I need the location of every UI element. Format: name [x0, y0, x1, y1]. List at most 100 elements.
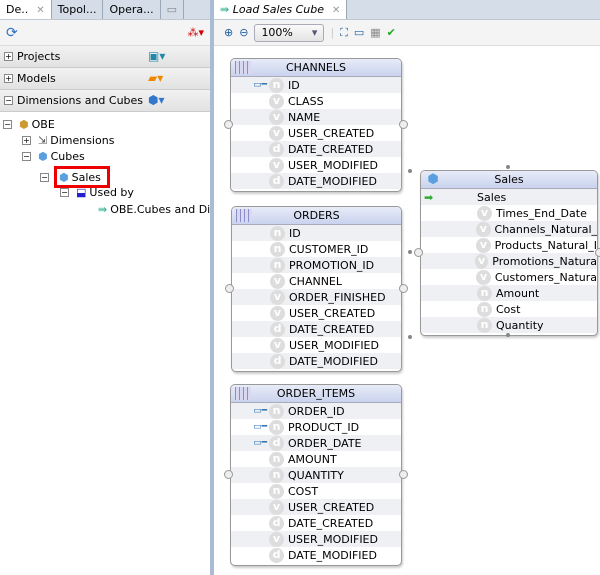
- column-row[interactable]: d DATE_MODIFIED: [232, 353, 401, 369]
- column-row[interactable]: v Times_End_Date: [421, 205, 597, 221]
- connector-dot[interactable]: [506, 165, 510, 169]
- connector-dot[interactable]: [408, 169, 412, 173]
- datastore-title: CHANNELS: [286, 61, 346, 74]
- collapse-icon[interactable]: −: [40, 172, 49, 182]
- column-row[interactable]: n CUSTOMER_ID: [232, 241, 401, 257]
- new-dimension-icon[interactable]: ⬢▾: [148, 93, 165, 107]
- datastore-header[interactable]: ⬢ Sales: [421, 171, 597, 189]
- accordion-dimensions-and-cubes[interactable]: − Dimensions and Cubes ⬢▾: [0, 90, 210, 112]
- zoom-select[interactable]: 100% ▾: [254, 23, 325, 42]
- tree-node-used-by[interactable]: − ⬓ Used by: [60, 186, 134, 199]
- column-row[interactable]: v Channels_Natural_: [421, 221, 597, 237]
- column-row[interactable]: v ORDER_FINISHED: [232, 289, 401, 305]
- accordion-models[interactable]: + Models ▰▾: [0, 68, 210, 90]
- column-row[interactable]: n COST: [231, 483, 401, 499]
- node-label: Cubes: [50, 150, 85, 163]
- column-name: COST: [288, 484, 319, 498]
- column-row[interactable]: v USER_CREATED: [231, 499, 401, 515]
- connector-port[interactable]: [224, 470, 233, 479]
- datastore-header[interactable]: ORDER_ITEMS: [231, 385, 401, 403]
- column-row[interactable]: n Amount: [421, 285, 597, 301]
- column-row[interactable]: d DATE_CREATED: [231, 141, 401, 157]
- expand-icon[interactable]: +: [4, 52, 13, 61]
- close-icon[interactable]: ✕: [332, 5, 340, 16]
- collapse-icon[interactable]: −: [4, 96, 13, 105]
- column-row[interactable]: v USER_MODIFIED: [232, 337, 401, 353]
- column-row[interactable]: v USER_MODIFIED: [231, 157, 401, 173]
- fit-to-page-icon[interactable]: ⛶: [340, 26, 348, 40]
- connector-port[interactable]: [414, 248, 423, 257]
- column-row[interactable]: n AMOUNT: [231, 451, 401, 467]
- tab-designer[interactable]: De.. ✕: [0, 0, 52, 19]
- connector-port[interactable]: [399, 284, 408, 293]
- column-row[interactable]: v CLASS: [231, 93, 401, 109]
- properties-icon[interactable]: ▦: [370, 26, 380, 39]
- tree-node-sales[interactable]: − ⬢ Sales: [40, 166, 110, 188]
- column-row[interactable]: d DATE_MODIFIED: [231, 173, 401, 189]
- datatype-d-icon: d: [270, 353, 285, 369]
- connect-navigator-icon[interactable]: ⁂▾: [187, 26, 204, 39]
- column-row[interactable]: v NAME: [231, 109, 401, 125]
- connector-port[interactable]: [595, 248, 600, 257]
- connector-port[interactable]: [225, 284, 234, 293]
- new-model-folder-icon[interactable]: ▰▾: [148, 71, 163, 85]
- column-row[interactable]: n Cost: [421, 301, 597, 317]
- connector-dot[interactable]: [408, 335, 412, 339]
- column-row[interactable]: n ID: [232, 225, 401, 241]
- connector-dot[interactable]: [506, 333, 510, 337]
- zoom-in-icon[interactable]: ⊕: [224, 26, 233, 39]
- refresh-icon[interactable]: ⟳: [6, 25, 18, 41]
- column-row[interactable]: n Quantity: [421, 317, 597, 333]
- accordion-projects[interactable]: + Projects ▣▾: [0, 46, 210, 68]
- column-row[interactable]: ▭━ n ID: [231, 77, 401, 93]
- tab-topology[interactable]: Topol...: [52, 0, 104, 19]
- validate-icon[interactable]: ✔: [387, 26, 396, 39]
- tree-node-cubes[interactable]: − ⬢ Cubes: [22, 150, 85, 163]
- new-project-icon[interactable]: ▣▾: [148, 49, 165, 63]
- order-items-datastore[interactable]: ORDER_ITEMS ▭━ n ORDER_ID ▭━ n PRODUCT_ID ▭━ d OR…: [230, 384, 402, 566]
- collapse-icon[interactable]: −: [60, 188, 69, 197]
- column-row[interactable]: d DATE_CREATED: [232, 321, 401, 337]
- tab-operator[interactable]: Opera...: [103, 0, 161, 19]
- expand-icon[interactable]: +: [4, 74, 13, 83]
- tree-node-dimensions[interactable]: + ⇲ Dimensions: [22, 134, 114, 147]
- datastore-header[interactable]: ORDERS: [232, 207, 401, 225]
- tree-node-mapping[interactable]: ⇛ OBE.Cubes and Di: [98, 203, 210, 216]
- column-row[interactable]: v CHANNEL: [232, 273, 401, 289]
- connector-dot[interactable]: [408, 250, 412, 254]
- column-row[interactable]: v USER_CREATED: [232, 305, 401, 321]
- connector-port[interactable]: [224, 120, 233, 129]
- column-row[interactable]: ▭━ n PRODUCT_ID: [231, 419, 401, 435]
- column-row[interactable]: d DATE_MODIFIED: [231, 547, 401, 563]
- column-name: USER_MODIFIED: [288, 532, 378, 546]
- close-icon[interactable]: ✕: [36, 5, 44, 16]
- column-row[interactable]: v USER_CREATED: [231, 125, 401, 141]
- column-row[interactable]: v Promotions_Natura: [421, 253, 597, 269]
- sales-cube-datastore[interactable]: ⬢ Sales ➡ Sales v Times_End_Date v Channels_Nat…: [420, 170, 598, 336]
- connector-port[interactable]: [399, 120, 408, 129]
- collapse-icon[interactable]: −: [3, 120, 12, 129]
- column-row[interactable]: v Products_Natural_I: [421, 237, 597, 253]
- minimize-icon[interactable]: ▭: [161, 0, 185, 19]
- column-row[interactable]: d DATE_CREATED: [231, 515, 401, 531]
- cube-target-row[interactable]: ➡ Sales: [421, 189, 597, 205]
- node-label: Used by: [89, 186, 134, 199]
- column-row[interactable]: v Customers_Natura: [421, 269, 597, 285]
- connector-port[interactable]: [399, 470, 408, 479]
- collapse-icon[interactable]: −: [22, 152, 31, 161]
- tree-node-obe[interactable]: − ⬢ OBE: [3, 118, 55, 131]
- orders-datastore[interactable]: ORDERS n ID n CUSTOMER_ID n PROMOTION_ID v CHANN…: [231, 206, 402, 372]
- column-row[interactable]: ▭━ d ORDER_DATE: [231, 435, 401, 451]
- column-row[interactable]: n PROMOTION_ID: [232, 257, 401, 273]
- column-row[interactable]: v USER_MODIFIED: [231, 531, 401, 547]
- channels-datastore[interactable]: CHANNELS ▭━ n ID v CLASS v NAME v USER_CREATED d DA…: [230, 58, 402, 192]
- zoom-out-icon[interactable]: ⊖: [239, 26, 248, 39]
- column-name: Promotions_Natura: [492, 254, 597, 268]
- layout-icon[interactable]: ▭: [354, 26, 364, 39]
- column-row[interactable]: n QUANTITY: [231, 467, 401, 483]
- expand-icon[interactable]: +: [22, 136, 31, 145]
- datatype-v-icon: v: [269, 157, 284, 173]
- tab-load-sales-cube[interactable]: ⇛ Load Sales Cube ✕: [214, 0, 348, 19]
- column-row[interactable]: ▭━ n ORDER_ID: [231, 403, 401, 419]
- datastore-header[interactable]: CHANNELS: [231, 59, 401, 77]
